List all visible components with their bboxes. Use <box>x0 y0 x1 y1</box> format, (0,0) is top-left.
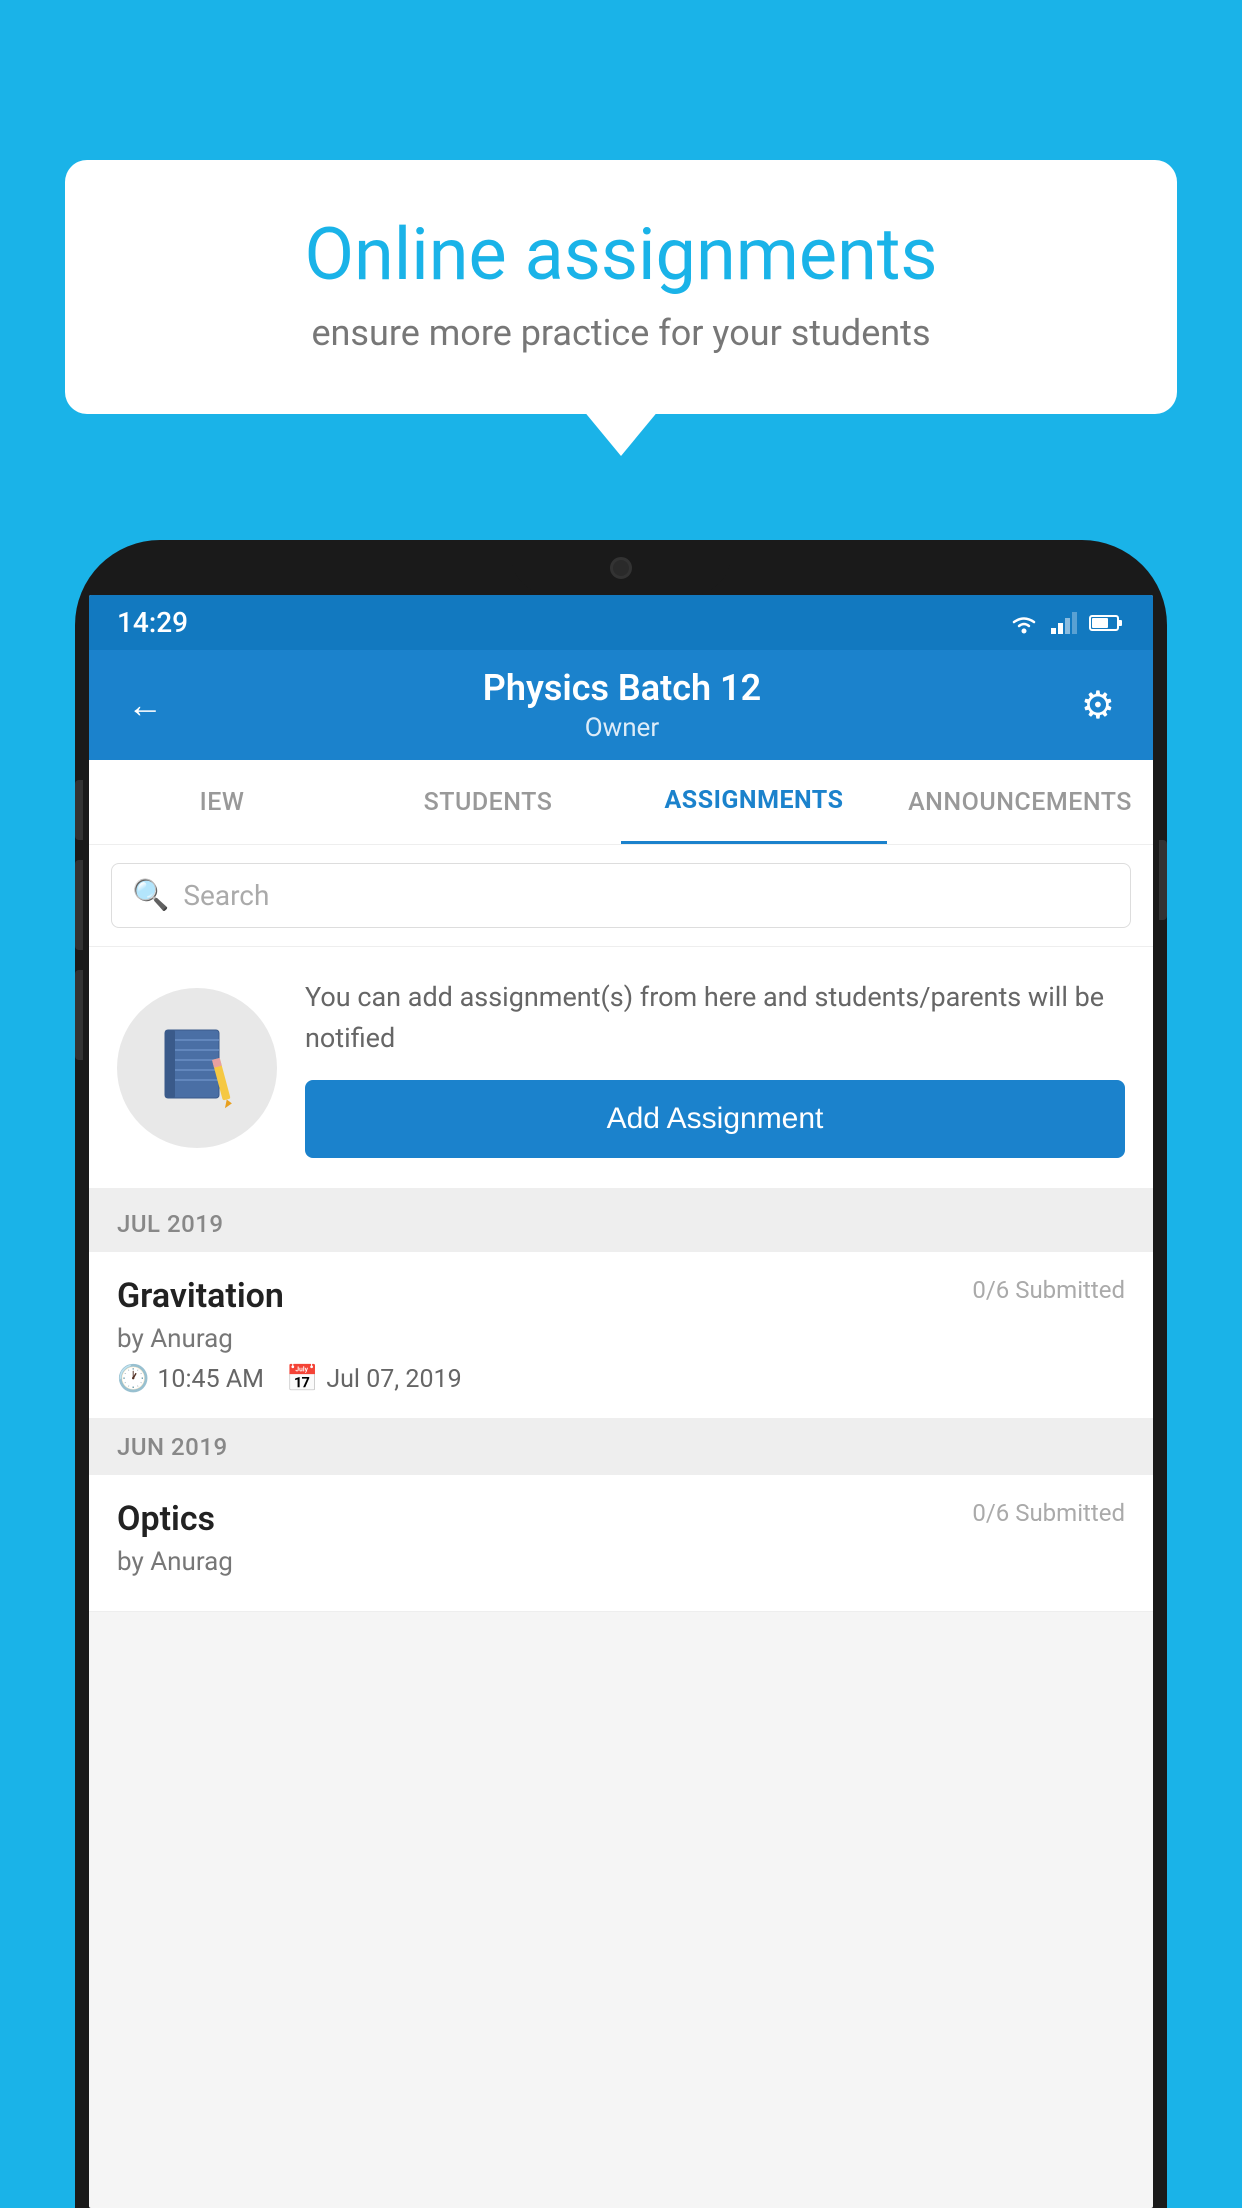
notebook-icon <box>157 1025 237 1110</box>
search-container: 🔍 Search <box>89 845 1153 947</box>
assignment-name-optics: Optics <box>117 1499 215 1539</box>
signal-icon <box>1051 612 1077 634</box>
tabs-container: IEW STUDENTS ASSIGNMENTS ANNOUNCEMENTS <box>89 760 1153 845</box>
assignment-name: Gravitation <box>117 1276 284 1316</box>
clock-icon: 🕐 <box>117 1364 149 1394</box>
tab-students[interactable]: STUDENTS <box>355 760 621 844</box>
calendar-icon: 📅 <box>286 1364 318 1394</box>
search-icon: 🔍 <box>132 878 169 913</box>
phone-power-button <box>1159 840 1167 920</box>
month-separator-jul: JUL 2019 <box>89 1196 1153 1252</box>
phone-frame: 14:29 <box>75 540 1167 2208</box>
assignment-item-gravitation[interactable]: Gravitation 0/6 Submitted by Anurag 🕐 10… <box>89 1252 1153 1419</box>
assignment-row-top: Gravitation 0/6 Submitted <box>117 1276 1125 1316</box>
status-icons <box>1009 612 1125 634</box>
phone-volume-up-button <box>75 780 83 840</box>
assignment-author-optics: by Anurag <box>117 1547 1125 1577</box>
tab-iew[interactable]: IEW <box>89 760 355 844</box>
month-separator-jun: JUN 2019 <box>89 1419 1153 1475</box>
speech-bubble-subtitle: ensure more practice for your students <box>135 312 1107 354</box>
assignment-submitted-optics: 0/6 Submitted <box>972 1499 1125 1527</box>
header-title: Physics Batch 12 <box>483 667 761 709</box>
promo-description: You can add assignment(s) from here and … <box>305 977 1125 1058</box>
battery-icon <box>1089 614 1125 632</box>
speech-bubble: Online assignments ensure more practice … <box>65 160 1177 414</box>
assignment-time: 🕐 10:45 AM <box>117 1364 264 1394</box>
phone-notch <box>511 540 731 595</box>
assignment-date: 📅 Jul 07, 2019 <box>286 1364 462 1394</box>
phone-screen: 14:29 <box>89 595 1153 2208</box>
speech-bubble-title: Online assignments <box>135 215 1107 294</box>
search-input-wrapper[interactable]: 🔍 Search <box>111 863 1131 928</box>
status-time: 14:29 <box>117 606 188 639</box>
assignment-item-optics[interactable]: Optics 0/6 Submitted by Anurag <box>89 1475 1153 1612</box>
wifi-icon <box>1009 612 1039 634</box>
tab-announcements[interactable]: ANNOUNCEMENTS <box>887 760 1153 844</box>
status-bar: 14:29 <box>89 595 1153 650</box>
app-header: ← Physics Batch 12 Owner ⚙ <box>89 650 1153 760</box>
phone-volume-down-button <box>75 860 83 950</box>
promo-content: You can add assignment(s) from here and … <box>305 977 1125 1158</box>
assignment-submitted: 0/6 Submitted <box>972 1276 1125 1304</box>
phone-silent-button <box>75 970 83 1060</box>
header-subtitle: Owner <box>483 713 761 743</box>
back-button[interactable]: ← <box>117 674 173 736</box>
tab-assignments[interactable]: ASSIGNMENTS <box>621 760 887 844</box>
promo-icon-circle <box>117 988 277 1148</box>
promo-section: You can add assignment(s) from here and … <box>89 947 1153 1196</box>
search-placeholder: Search <box>183 879 269 912</box>
settings-icon[interactable]: ⚙ <box>1071 673 1125 738</box>
speech-bubble-container: Online assignments ensure more practice … <box>65 160 1177 414</box>
camera-dot <box>610 557 632 579</box>
assignment-meta: 🕐 10:45 AM 📅 Jul 07, 2019 <box>117 1364 1125 1394</box>
add-assignment-button[interactable]: Add Assignment <box>305 1080 1125 1158</box>
assignment-author: by Anurag <box>117 1324 1125 1354</box>
assignment-row-top-optics: Optics 0/6 Submitted <box>117 1499 1125 1539</box>
header-center: Physics Batch 12 Owner <box>483 667 761 743</box>
